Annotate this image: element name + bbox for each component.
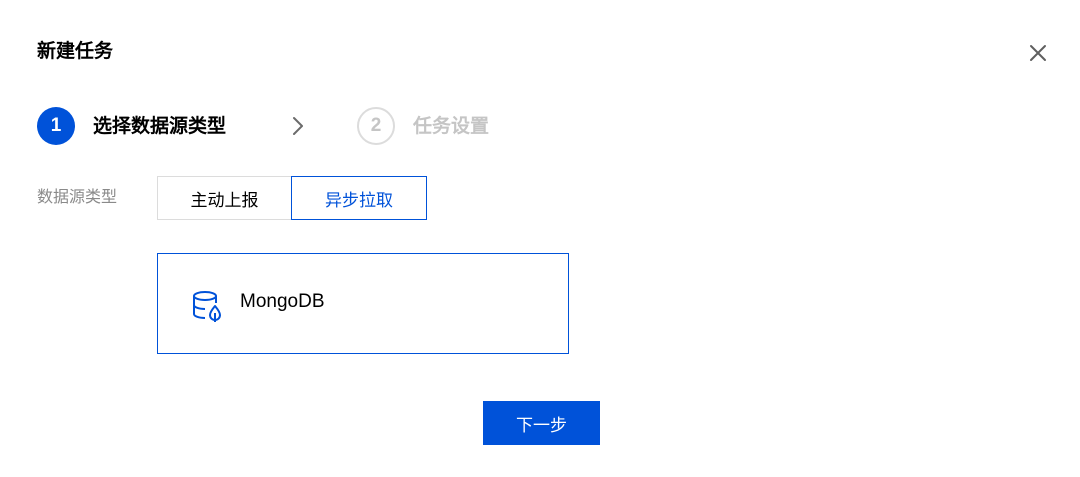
database-icon bbox=[193, 291, 221, 322]
data-source-name: MongoDB bbox=[240, 291, 325, 312]
step-1-label: 选择数据源类型 bbox=[93, 115, 227, 137]
dialog-title: 新建任务 bbox=[37, 40, 114, 62]
step-1-number: 1 bbox=[37, 107, 75, 145]
source-type-label: 数据源类型 bbox=[37, 187, 118, 206]
step-2-number: 2 bbox=[357, 107, 395, 145]
next-step-button[interactable]: 下一步 bbox=[483, 401, 600, 445]
step-2-label: 任务设置 bbox=[413, 115, 490, 137]
mongodb-source-card[interactable]: MongoDB bbox=[157, 253, 569, 354]
close-icon bbox=[1030, 45, 1046, 61]
new-task-dialog: 新建任务 1 选择数据源类型 2 任务设置 数据源类型 主动上报 异步拉取 Mo… bbox=[0, 0, 1080, 477]
source-type-push-option[interactable]: 主动上报 bbox=[157, 176, 292, 220]
chevron-right-icon bbox=[293, 117, 303, 135]
source-type-pull-option[interactable]: 异步拉取 bbox=[291, 176, 427, 220]
close-button[interactable] bbox=[1024, 39, 1052, 67]
